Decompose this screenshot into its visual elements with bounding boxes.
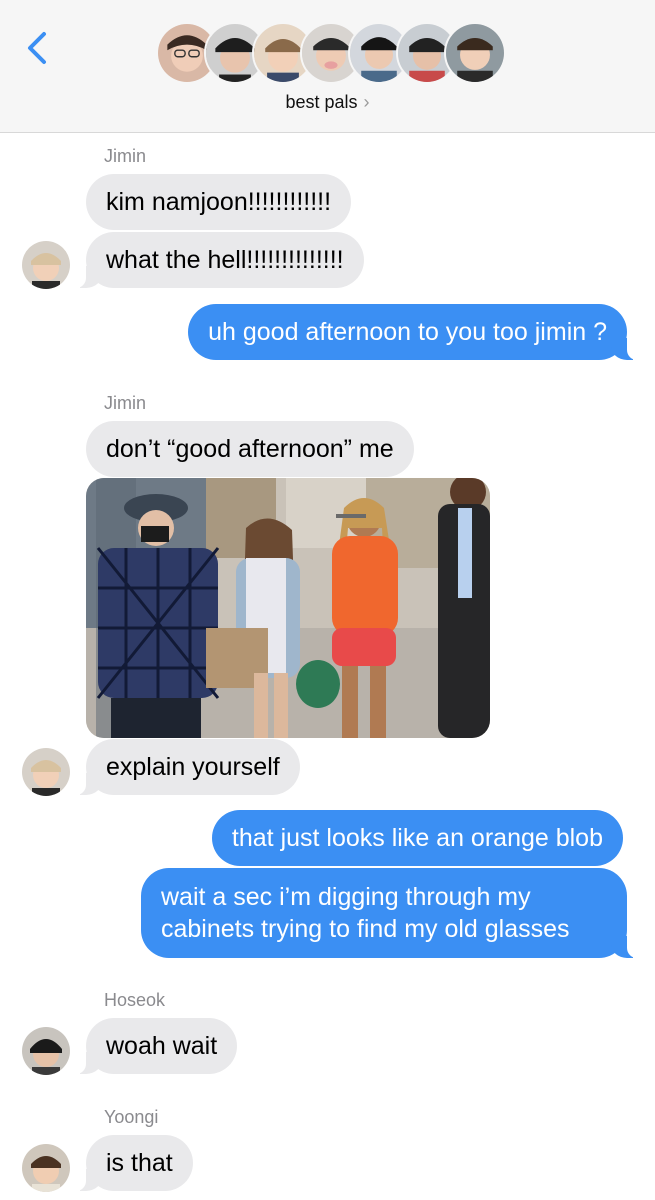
message-text: kim namjoon!!!!!!!!!!!! xyxy=(106,188,332,216)
avatar[interactable] xyxy=(22,1144,70,1192)
chat-header: best pals › xyxy=(0,0,655,133)
outgoing-message[interactable]: that just looks like an orange blob xyxy=(211,810,623,866)
incoming-message[interactable]: woah wait xyxy=(69,1018,238,1074)
message-text: woah wait xyxy=(106,1032,218,1060)
incoming-message[interactable]: explain yourself xyxy=(70,739,300,795)
message-text: don’t “good afternoon” me xyxy=(106,435,394,463)
message-text: uh good afternoon to you too jimin ? xyxy=(208,318,607,346)
message-text: what the hell!!!!!!!!!!!!!! xyxy=(106,246,344,274)
photo-attachment[interactable] xyxy=(86,478,490,738)
group-avatars[interactable] xyxy=(156,22,506,88)
message-text: that just looks like an orange blob xyxy=(231,824,603,852)
sender-name: Yoongi xyxy=(104,1107,159,1127)
avatar[interactable] xyxy=(22,1027,70,1075)
outgoing-message[interactable]: uh good afternoon to you too jimin ? xyxy=(188,304,643,360)
group-name-label: best pals xyxy=(285,92,358,112)
sender-name: Hoseok xyxy=(104,990,166,1010)
message-text-line: wait a sec i’m digging through my xyxy=(161,883,531,911)
message-text: explain yourself xyxy=(106,753,280,781)
sender-name: Jimin xyxy=(104,393,147,413)
group-name[interactable]: best pals › xyxy=(0,92,655,113)
avatar[interactable] xyxy=(22,241,70,289)
incoming-message[interactable]: what the hell!!!!!!!!!!!!!! xyxy=(70,232,364,288)
chevron-right-icon: › xyxy=(363,92,370,112)
incoming-message[interactable]: is that xyxy=(70,1135,193,1191)
outgoing-message[interactable]: wait a sec i’m digging through my cabine… xyxy=(141,868,643,958)
avatar xyxy=(444,22,506,84)
message-text: is that xyxy=(106,1149,173,1177)
message-text-line: cabinets trying to find my old glasses xyxy=(161,915,570,943)
chevron-left-icon[interactable] xyxy=(22,28,52,68)
incoming-message[interactable]: kim namjoon!!!!!!!!!!!! xyxy=(86,174,352,230)
avatar[interactable] xyxy=(22,748,70,796)
incoming-message[interactable]: don’t “good afternoon” me xyxy=(86,421,414,477)
sender-name: Jimin xyxy=(104,146,147,166)
